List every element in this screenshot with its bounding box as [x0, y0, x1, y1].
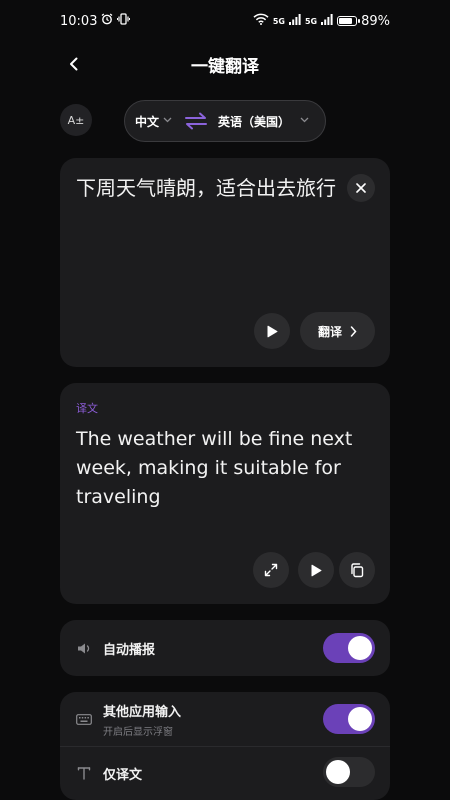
speaker-icon — [75, 642, 93, 655]
translation-only-toggle[interactable] — [323, 757, 375, 787]
close-icon — [356, 183, 366, 193]
wifi-icon — [253, 13, 269, 29]
target-language-selector[interactable]: 英语（美国） — [218, 113, 309, 130]
result-card: 译文 The weather will be fine next week, m… — [60, 383, 390, 604]
chevron-down-icon — [163, 116, 172, 126]
language-bar: 中文 英语（美国） — [124, 100, 326, 142]
auto-play-text: 自动播报 — [103, 639, 155, 658]
expand-icon — [264, 563, 278, 577]
network-type-1: 5G — [272, 16, 285, 26]
target-language-label: 英语（美国） — [218, 114, 291, 129]
auto-play-toggle[interactable] — [323, 633, 375, 663]
source-play-button[interactable] — [254, 313, 290, 349]
screen: 10:03 5G 5G 89% 一键翻译 A± 中文 英语（美国） 下周天气晴朗… — [0, 0, 450, 800]
options-card: 其他应用输入 开启后显示浮窗 仅译文 — [60, 692, 390, 800]
other-apps-toggle[interactable] — [323, 704, 375, 734]
play-icon — [311, 564, 322, 576]
other-apps-title: 其他应用输入 — [103, 704, 182, 720]
status-bar: 10:03 5G 5G 89% — [60, 10, 390, 32]
result-text: The weather will be fine next week, maki… — [76, 428, 353, 508]
vibrate-icon — [117, 13, 131, 29]
other-apps-subtitle: 开启后显示浮窗 — [103, 726, 173, 738]
translate-button-label: 翻译 — [317, 324, 342, 339]
auto-play-card: 自动播报 — [60, 620, 390, 676]
back-button[interactable] — [60, 50, 88, 78]
translate-button[interactable]: 翻译 — [300, 312, 375, 350]
translation-only-text: 仅译文 — [103, 764, 142, 783]
source-language-selector[interactable]: 中文 — [135, 113, 172, 130]
network-type-2: 5G — [304, 16, 318, 26]
result-label: 译文 — [76, 402, 98, 415]
source-text-input[interactable]: 下周天气晴朗，适合出去旅行 — [76, 174, 336, 203]
status-right: 5G 5G 89% — [253, 13, 390, 29]
toggle-knob — [326, 760, 350, 784]
translation-only-title: 仅译文 — [103, 767, 143, 783]
text-icon — [75, 766, 93, 780]
battery-percent: 89% — [361, 13, 390, 29]
keyboard-icon — [75, 713, 93, 725]
status-time: 10:03 — [60, 13, 98, 29]
source-language-label: 中文 — [135, 114, 160, 129]
font-size-button[interactable]: A± — [60, 104, 92, 136]
result-play-button[interactable] — [298, 552, 334, 588]
signal-icon — [288, 13, 301, 29]
page-title: 一键翻译 — [191, 56, 259, 77]
swap-languages-icon[interactable] — [184, 112, 208, 130]
other-apps-text: 其他应用输入 开启后显示浮窗 — [103, 701, 181, 738]
signal-icon — [321, 13, 333, 29]
header: 一键翻译 — [60, 46, 390, 82]
battery-icon — [337, 16, 361, 26]
alarm-icon — [101, 13, 113, 29]
chevron-down-icon — [300, 116, 309, 126]
clear-button[interactable] — [347, 174, 375, 202]
play-icon — [267, 325, 278, 337]
toggle-knob — [348, 636, 372, 660]
copy-icon — [351, 562, 364, 577]
fullscreen-button[interactable] — [253, 552, 289, 588]
source-card: 下周天气晴朗，适合出去旅行 翻译 — [60, 158, 390, 367]
copy-button[interactable] — [339, 552, 375, 588]
chevron-right-icon — [350, 325, 357, 337]
auto-play-title: 自动播报 — [103, 642, 156, 658]
battery-fill — [339, 18, 353, 24]
toggle-knob — [348, 707, 372, 731]
status-left: 10:03 — [60, 13, 131, 29]
chevron-left-icon — [70, 57, 78, 71]
